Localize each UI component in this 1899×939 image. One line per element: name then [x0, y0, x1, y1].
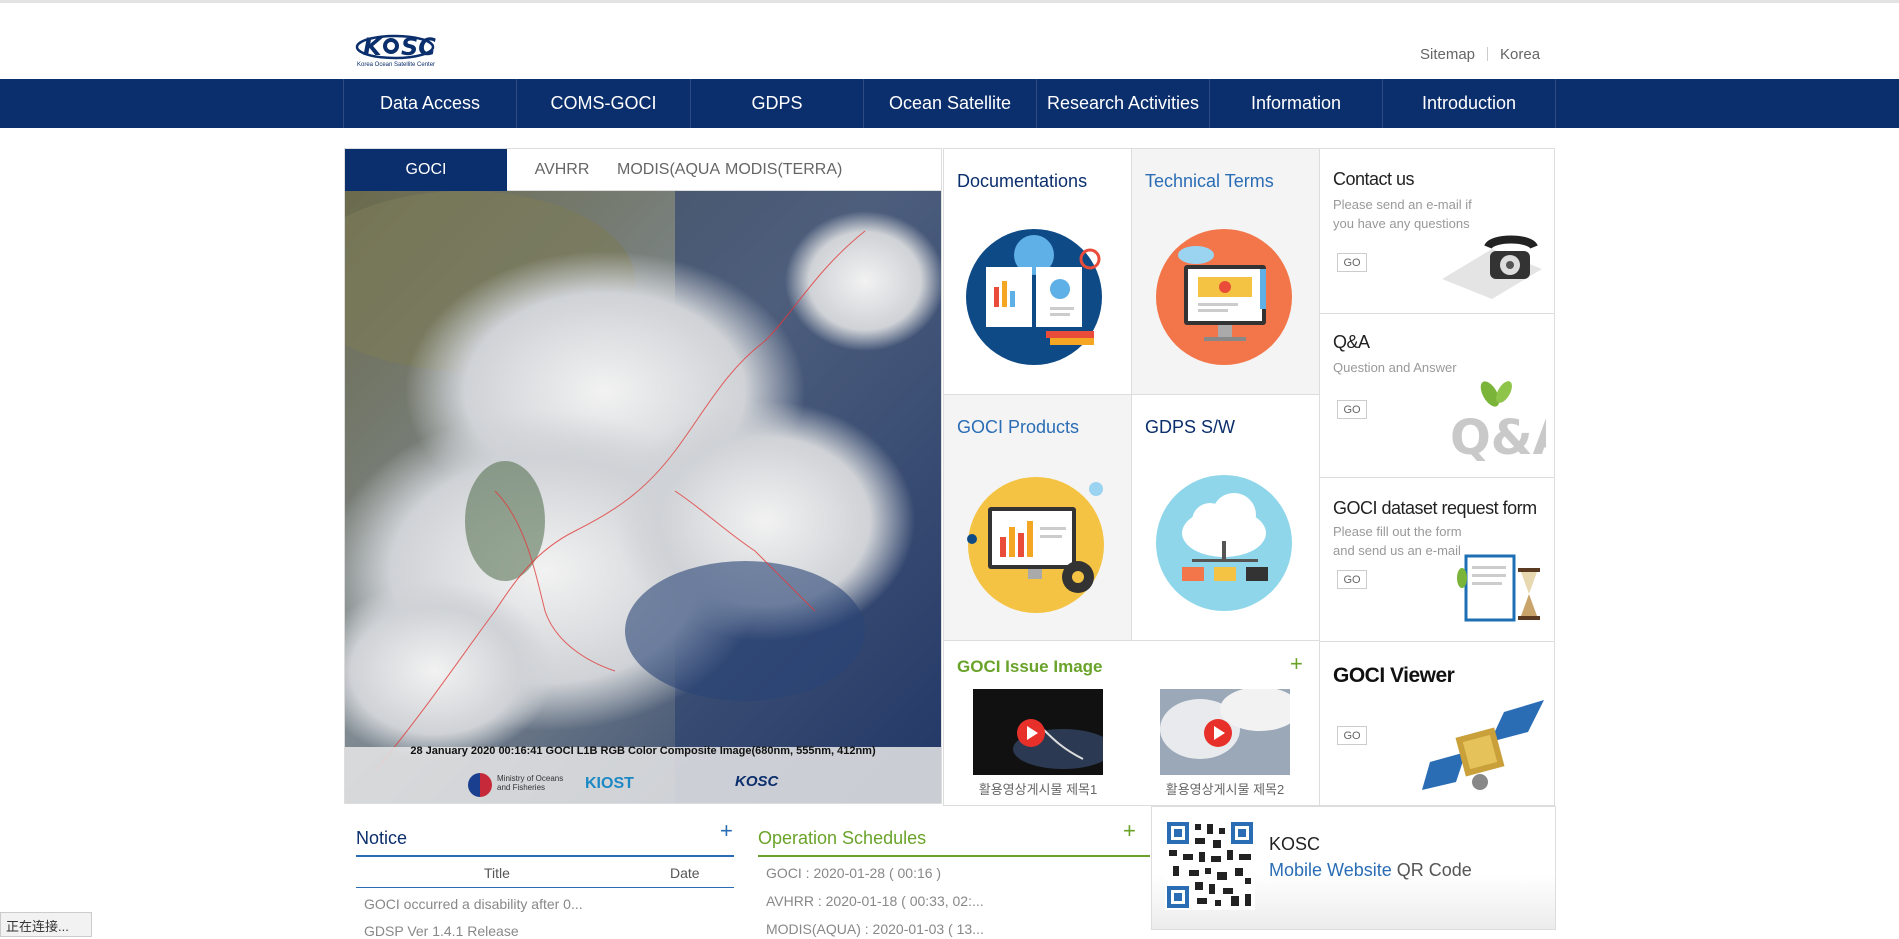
satellite-tabs: GOCI AVHRR MODIS(AQUA MODIS(TERRA)	[345, 149, 941, 191]
schedules-title: Operation Schedules	[758, 828, 927, 848]
issue-image-title: GOCI Issue Image	[957, 657, 1103, 676]
issue-more-plus-icon[interactable]: +	[1290, 653, 1303, 675]
dataset-request-box[interactable]: GOCI dataset request form Please fill ou…	[1319, 477, 1555, 642]
viewer-go-button[interactable]: GO	[1337, 726, 1367, 745]
telephone-icon	[1442, 235, 1542, 299]
operation-schedules-board: Operation Schedules + GOCI : 2020-01-28 …	[746, 806, 1150, 937]
contact-go-button[interactable]: GO	[1337, 253, 1367, 272]
mof-logo-text: Ministry of Oceans and Fisheries	[497, 774, 564, 792]
notice-col-date: Date	[670, 865, 700, 881]
browser-status-bar: 正在连接...	[0, 912, 92, 937]
goci-products-chart-icon	[967, 477, 1104, 613]
korea-link[interactable]: Korea	[1500, 46, 1540, 63]
qna-go-button[interactable]: GO	[1337, 400, 1367, 419]
util-divider	[1487, 47, 1489, 61]
goci-satellite-image[interactable]: 28 January 2020 00:16:41 GOCI L1B RGB Co…	[345, 191, 941, 803]
notice-header-line	[356, 887, 734, 888]
caption-logos: Ministry of Oceans and Fisheries KIOST K…	[345, 761, 941, 803]
site-header: K SC Korea Ocean Satellite Center Sitema…	[0, 3, 1899, 79]
dataset-request-title: GOCI dataset request form	[1333, 498, 1537, 518]
notice-board: Notice + Title Date GOCI occurred a disa…	[344, 806, 734, 939]
qna-3d-letters-icon: Q&A	[1450, 381, 1546, 464]
tab-modis-terra[interactable]: MODIS(TERRA)	[725, 149, 845, 191]
cloud-network-icon	[1156, 475, 1292, 611]
gdps-sw-title: GDPS S/W	[1145, 417, 1236, 437]
contact-us-desc-1: Please send an e-mail if	[1333, 197, 1472, 212]
util-links: Sitemap Korea	[1420, 46, 1540, 63]
sitemap-link[interactable]: Sitemap	[1420, 46, 1475, 63]
dataset-desc-2: and send us an e-mail	[1333, 543, 1461, 558]
technical-terms-monitor-icon	[1156, 229, 1292, 365]
dataset-desc-1: Please fill out the form	[1333, 524, 1462, 539]
qr-mobile-label: Mobile Website QR Code	[1269, 860, 1472, 881]
goci-issue-image-section: GOCI Issue Image + 활용영상게시물 제목1 활용영상게시물 제…	[943, 640, 1320, 806]
issue-video-title-1[interactable]: 활용영상게시물 제목1	[973, 779, 1103, 798]
kiost-logo: KIOST	[585, 775, 634, 792]
tab-goci[interactable]: GOCI	[345, 149, 507, 191]
nav-coms-goci[interactable]: COMS-GOCI	[516, 79, 690, 128]
qr-kosc-label: KOSC	[1269, 834, 1321, 854]
goci-products-title: GOCI Products	[957, 417, 1080, 437]
technical-terms-title: Technical Terms	[1145, 171, 1274, 191]
notice-more-plus-icon[interactable]: +	[720, 820, 733, 842]
satellite-image-panel: GOCI AVHRR MODIS(AQUA MODIS(TERRA) 28 Ja…	[344, 148, 942, 804]
nav-information[interactable]: Information	[1209, 79, 1382, 128]
tile-goci-products[interactable]: GOCI Products	[943, 394, 1132, 641]
notice-col-title: Title	[484, 865, 510, 881]
qr-mobile-website-text: Mobile Website	[1269, 860, 1392, 880]
qna-title: Q&A	[1333, 332, 1370, 352]
svg-text:K: K	[363, 33, 384, 61]
kosc-small-logo: KOSC	[735, 773, 779, 790]
qna-desc: Question and Answer	[1333, 360, 1457, 375]
tile-documentations[interactable]: Documentations	[943, 148, 1132, 395]
svg-text:Q&A: Q&A	[1450, 410, 1546, 464]
nav-data-access[interactable]: Data Access	[343, 79, 516, 128]
mof-emblem-icon	[468, 773, 492, 797]
goci-viewer-title: GOCI Viewer	[1333, 664, 1455, 687]
schedule-row-goci[interactable]: GOCI : 2020-01-28 ( 00:16 )	[766, 865, 941, 881]
document-hourglass-icon	[1457, 554, 1540, 622]
nav-ocean-satellite[interactable]: Ocean Satellite	[863, 79, 1036, 128]
svg-text:SC: SC	[401, 33, 436, 61]
satellite-icon	[1422, 700, 1544, 790]
contact-us-box[interactable]: Contact us Please send an e-mail if you …	[1319, 148, 1555, 314]
nav-gdps[interactable]: GDPS	[690, 79, 863, 128]
nav-research-activities[interactable]: Research Activities	[1036, 79, 1209, 128]
notice-underline	[356, 855, 734, 857]
schedule-row-avhrr[interactable]: AVHRR : 2020-01-18 ( 00:33, 02:...	[766, 893, 984, 909]
issue-video-thumb-2[interactable]	[1160, 689, 1290, 775]
main-nav: Data Access COMS-GOCI GDPS Ocean Satelli…	[0, 79, 1899, 128]
contact-us-title: Contact us	[1333, 169, 1415, 189]
tab-avhrr[interactable]: AVHRR	[507, 149, 617, 191]
goci-viewer-box[interactable]: GOCI Viewer GO	[1319, 641, 1555, 806]
qr-code-image[interactable]	[1165, 820, 1255, 910]
tile-gdps-sw[interactable]: GDPS S/W	[1131, 394, 1320, 641]
tab-modis-aqua[interactable]: MODIS(AQUA	[617, 149, 725, 191]
issue-video-thumb-1[interactable]	[973, 689, 1103, 775]
kosc-logo[interactable]: K SC Korea Ocean Satellite Center	[355, 27, 451, 69]
documentations-title: Documentations	[957, 171, 1088, 191]
tile-technical-terms[interactable]: Technical Terms	[1131, 148, 1320, 395]
qr-code-text: QR Code	[1391, 860, 1472, 880]
dataset-go-button[interactable]: GO	[1337, 570, 1367, 589]
issue-video-title-2[interactable]: 활용영상게시물 제목2	[1160, 779, 1290, 798]
nav-introduction[interactable]: Introduction	[1382, 79, 1556, 128]
notice-row-1[interactable]: GOCI occurred a disability after 0...	[364, 896, 583, 912]
qr-code-section: KOSC Mobile Website QR Code	[1151, 806, 1556, 930]
qna-box[interactable]: Q&A Question and Answer GO Q&A	[1319, 313, 1555, 478]
image-caption: 28 January 2020 00:16:41 GOCI L1B RGB Co…	[410, 745, 876, 757]
schedules-more-plus-icon[interactable]: +	[1123, 820, 1136, 842]
schedule-row-modis-aqua[interactable]: MODIS(AQUA) : 2020-01-03 ( 13...	[766, 921, 984, 937]
notice-title: Notice	[356, 828, 408, 848]
svg-text:Korea Ocean Satellite Center: Korea Ocean Satellite Center	[357, 62, 435, 68]
documentation-book-icon	[966, 229, 1102, 365]
schedules-underline	[758, 855, 1150, 857]
